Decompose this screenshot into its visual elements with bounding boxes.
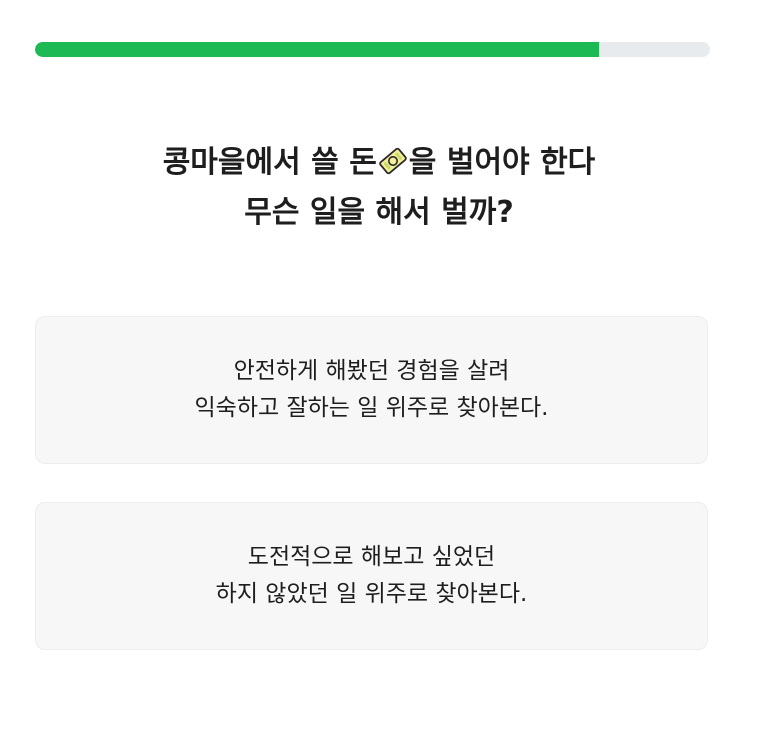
progress-bar-fill [35,42,599,57]
answer-option-2-line-1: 도전적으로 해보고 싶었던 [247,544,496,570]
answer-option-2[interactable]: 도전적으로 해보고 싶었던 하지 않았던 일 위주로 찾아본다. [35,502,708,650]
answer-option-1-line-2: 익숙하고 잘하는 일 위주로 찾아본다. [194,395,549,421]
question-title: 콩마을에서 쓸 돈 을 벌어야 한다 무슨 일을 해서 벌까? [0,138,758,238]
progress-bar [35,42,710,57]
question-line-2: 무슨 일을 해서 벌까? [244,195,514,230]
answer-option-1[interactable]: 안전하게 해봤던 경험을 살려 익숙하고 잘하는 일 위주로 찾아본다. [35,316,708,464]
question-line-1: 콩마을에서 쓸 돈 을 벌어야 한다 [162,145,596,180]
money-bill-icon [379,147,407,175]
answer-option-2-line-2: 하지 않았던 일 위주로 찾아본다. [215,581,528,607]
answer-option-1-line-1: 안전하게 해봤던 경험을 살려 [233,358,510,384]
